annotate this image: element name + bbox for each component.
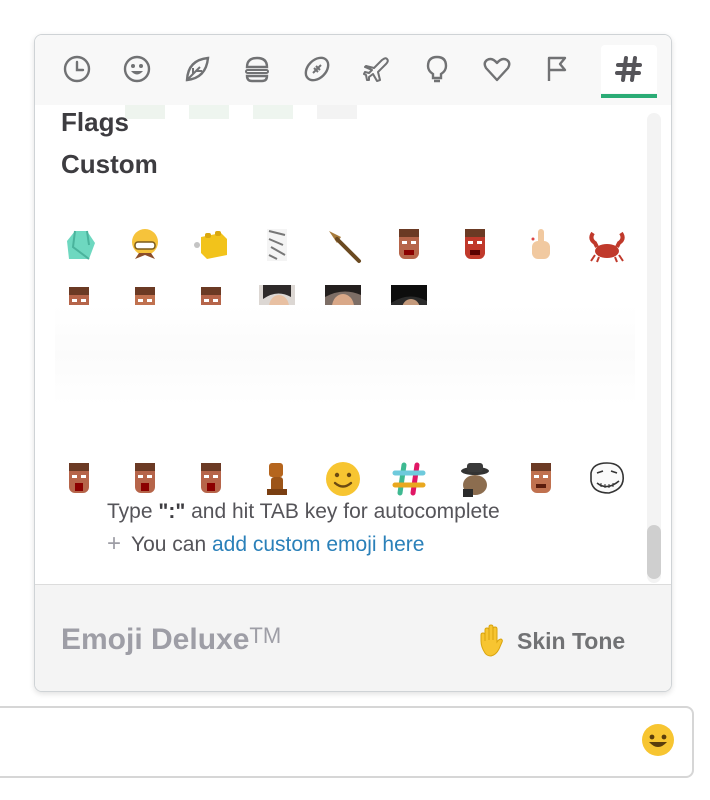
autocomplete-tip: Type ":" and hit TAB key for autocomplet… — [107, 500, 500, 523]
leaf-icon — [185, 56, 210, 82]
airplane-icon — [363, 57, 389, 82]
picker-footer: Emoji DeluxeTM Skin Tone — [35, 584, 671, 691]
emoji-tiki-figure[interactable] — [257, 459, 297, 499]
tab-nature[interactable] — [179, 51, 215, 87]
emoji-grid: Flags Custom Type ":" and hit TAB key fo… — [35, 105, 671, 583]
emoji-doom-scream[interactable] — [125, 459, 165, 499]
emoji-trollface[interactable] — [587, 459, 627, 499]
emoji-grimacing-face[interactable] — [125, 225, 165, 265]
picker-title: Emoji DeluxeTM — [61, 623, 282, 656]
emoji-slack-logo[interactable] — [389, 459, 429, 499]
tab-custom[interactable] — [601, 45, 657, 93]
clock-icon — [63, 55, 91, 83]
scrollbar-thumb[interactable] — [647, 525, 661, 579]
category-tabbar — [35, 35, 671, 106]
burger-icon — [245, 56, 269, 83]
tab-flags[interactable] — [539, 51, 575, 87]
add-custom-emoji-link[interactable]: add custom emoji here — [212, 533, 424, 556]
emoji-manga-face[interactable] — [257, 225, 297, 265]
tab-symbols[interactable] — [479, 51, 515, 87]
emoji-middle-finger[interactable] — [521, 225, 561, 265]
loading-placeholder — [55, 305, 635, 405]
football-icon — [304, 56, 330, 82]
skin-tone-label: Skin Tone — [517, 627, 626, 654]
tab-activity[interactable] — [299, 51, 335, 87]
plus-icon: + — [107, 530, 122, 557]
faded-flag-row — [125, 105, 375, 121]
emoji-smiley[interactable] — [323, 459, 363, 499]
emoji-doom-angry-face[interactable] — [455, 225, 495, 265]
emoji-picker: Flags Custom Type ":" and hit TAB key fo… — [34, 34, 672, 692]
scrollbar-track[interactable] — [647, 113, 661, 583]
emoji-spy-squirrel[interactable] — [455, 459, 495, 499]
flag-icon — [547, 56, 567, 81]
emoji-lego-brick[interactable] — [191, 225, 231, 265]
smiley-icon — [642, 724, 674, 756]
lightbulb-icon — [426, 55, 448, 83]
tab-travel[interactable] — [359, 51, 395, 87]
raised-hand-icon — [480, 624, 503, 657]
message-input[interactable] — [0, 706, 694, 778]
emoji-doom-face[interactable] — [521, 459, 561, 499]
emoji-button[interactable] — [640, 722, 676, 758]
tab-recent[interactable] — [59, 51, 95, 87]
emoji-crab[interactable] — [587, 225, 627, 265]
tab-people[interactable] — [119, 51, 155, 87]
tab-objects[interactable] — [419, 51, 455, 87]
add-custom-emoji-line: + You can add custom emoji here — [107, 530, 425, 557]
emoji-doom-scream[interactable] — [59, 459, 99, 499]
smiley-icon — [123, 55, 151, 83]
skin-tone-button[interactable]: Skin Tone — [475, 623, 625, 659]
emoji-gem-stone[interactable] — [59, 225, 99, 265]
emoji-doom-face[interactable] — [389, 225, 429, 265]
emoji-broom[interactable] — [323, 225, 363, 265]
tab-food[interactable] — [239, 51, 275, 87]
heart-icon — [483, 57, 511, 82]
section-heading-custom: Custom — [61, 149, 158, 179]
active-tab-indicator — [601, 94, 657, 98]
section-heading-flags: Flags — [61, 107, 129, 137]
slack-hash-icon — [615, 56, 642, 82]
emoji-doom-scream[interactable] — [191, 459, 231, 499]
